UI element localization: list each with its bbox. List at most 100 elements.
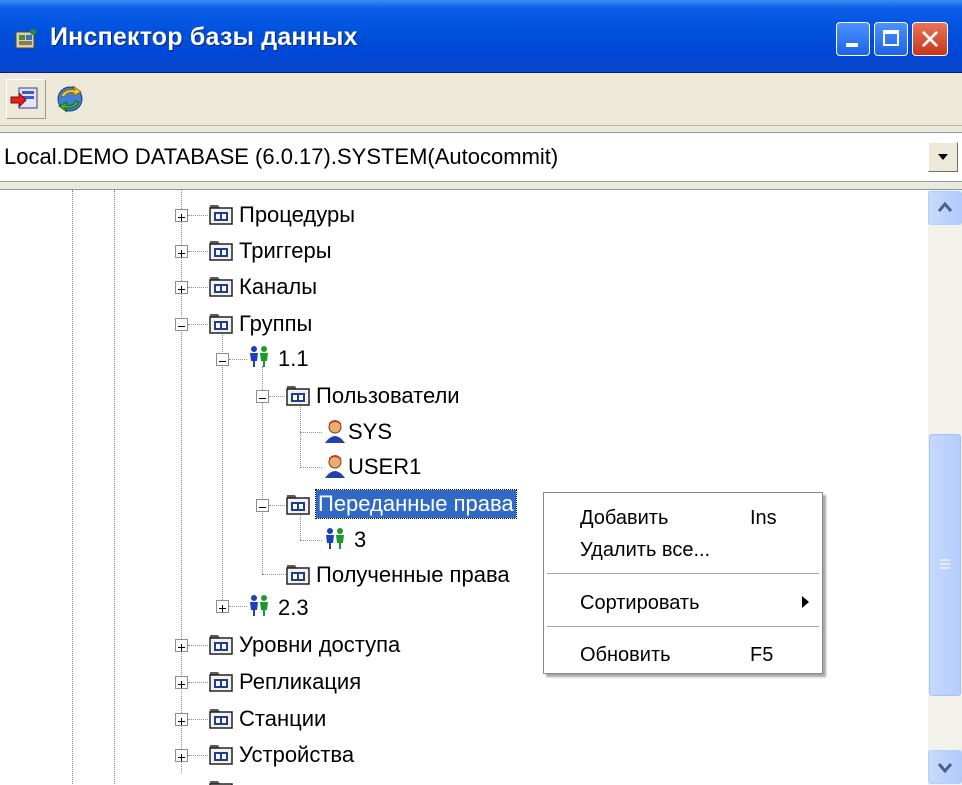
folder-icon — [286, 495, 310, 515]
folder-icon — [209, 205, 233, 225]
expand-toggle[interactable] — [175, 639, 188, 652]
tree-line — [114, 190, 115, 785]
tree-line — [72, 190, 73, 785]
plus-icon — [178, 250, 185, 257]
tree-line — [188, 251, 208, 252]
menu-item-shortcut: Ins — [750, 507, 777, 529]
tree-node-granted-rights[interactable]: Переданные права — [315, 489, 517, 519]
tree-line — [262, 574, 286, 575]
tree-node-groups[interactable]: Группы — [237, 310, 314, 338]
plus-icon — [178, 214, 185, 221]
expand-toggle[interactable] — [175, 281, 188, 294]
chevron-up-icon — [937, 201, 953, 212]
grip-icon — [940, 559, 950, 569]
tree-node-stations[interactable]: Станции — [237, 705, 328, 733]
tree-line — [188, 287, 208, 288]
tree-line — [188, 719, 208, 720]
scrollbar-thumb[interactable] — [929, 434, 961, 696]
chevron-down-icon — [938, 154, 948, 160]
tree-node-group-2-3[interactable]: 2.3 — [276, 594, 311, 622]
group-icon — [326, 528, 344, 549]
tree-node-user-sys[interactable]: SYS — [346, 418, 394, 446]
tree-line — [300, 512, 301, 540]
plus-icon — [219, 605, 226, 612]
scroll-up-button[interactable] — [928, 191, 962, 225]
menu-item-refresh[interactable]: Обновить F5 — [544, 638, 822, 672]
vertical-scrollbar[interactable] — [928, 190, 962, 785]
plus-icon — [178, 754, 185, 761]
expand-toggle[interactable] — [175, 749, 188, 762]
minus-icon — [259, 507, 266, 508]
window-title: Инспектор базы данных — [50, 23, 358, 51]
expand-toggle[interactable] — [175, 676, 188, 689]
menu-item-add[interactable]: Добавить Ins — [544, 501, 822, 535]
folder-icon — [209, 277, 233, 297]
tree-line — [188, 755, 208, 756]
tree-node-users[interactable]: Пользователи — [314, 382, 462, 410]
tree-view[interactable]: Процедуры Триггеры Каналы Группы 1.1 Пол… — [0, 189, 962, 785]
menu-item-label: Сортировать — [580, 592, 700, 614]
folder-icon — [286, 565, 310, 585]
folder-icon — [209, 745, 233, 765]
tree-node-group-1-1[interactable]: 1.1 — [276, 345, 311, 373]
tree-line — [188, 645, 208, 646]
context-menu: Добавить Ins Удалить все... Сортировать … — [543, 492, 823, 674]
collapse-toggle[interactable] — [175, 318, 188, 331]
scroll-down-button[interactable] — [928, 750, 962, 784]
refresh-icon — [57, 85, 83, 113]
collapse-toggle[interactable] — [256, 390, 269, 403]
tree-node-replication[interactable]: Репликация — [237, 668, 363, 696]
tree-line — [229, 606, 247, 607]
tree-line — [188, 324, 208, 325]
tree-line — [300, 432, 322, 433]
group-icon — [250, 346, 268, 367]
refresh-button[interactable] — [50, 79, 90, 119]
tree-node-triggers[interactable]: Триггеры — [237, 237, 334, 265]
tree-node-channels[interactable]: Каналы — [237, 273, 319, 301]
minimize-button[interactable] — [836, 22, 870, 56]
minimize-icon — [846, 43, 858, 47]
minus-icon — [219, 361, 226, 362]
tree-node-group-3[interactable]: 3 — [352, 526, 368, 554]
menu-separator — [547, 573, 819, 574]
tree-line — [300, 404, 301, 466]
tree-line — [269, 505, 285, 506]
maximize-button[interactable] — [874, 22, 908, 56]
close-button[interactable] — [912, 22, 948, 56]
tree-node-access-levels[interactable]: Уровни доступа — [237, 631, 402, 659]
menu-item-label: Удалить все... — [580, 539, 711, 561]
tree-node-devices[interactable]: Устройства — [237, 741, 356, 769]
expand-toggle[interactable] — [175, 245, 188, 258]
collapse-toggle[interactable] — [216, 353, 229, 366]
title-bar[interactable]: Инспектор базы данных — [0, 0, 962, 73]
expand-toggle[interactable] — [216, 600, 229, 613]
connection-select[interactable]: Local.DEMO DATABASE (6.0.17).SYSTEM(Auto… — [0, 132, 962, 182]
folder-icon — [209, 672, 233, 692]
menu-separator — [547, 626, 819, 627]
dropdown-button[interactable] — [928, 142, 958, 172]
collapse-toggle[interactable] — [256, 499, 269, 512]
group-icon — [250, 595, 268, 616]
expand-toggle[interactable] — [175, 209, 188, 222]
folder-icon — [209, 781, 233, 785]
new-connection-button[interactable] — [6, 79, 46, 119]
tree-node-user-user1[interactable]: USER1 — [346, 453, 423, 481]
expand-toggle[interactable] — [175, 713, 188, 726]
database-inspector-window: Инспектор базы данных Local.DEMO DATABAS… — [0, 0, 962, 785]
tree-line — [222, 330, 223, 606]
tree-node-received-rights[interactable]: Полученные права — [314, 561, 512, 589]
menu-item-sort[interactable]: Сортировать — [544, 586, 822, 620]
tree-line — [269, 396, 285, 397]
maximize-icon — [883, 30, 899, 46]
tree-node-procedures[interactable]: Процедуры — [237, 201, 357, 229]
tree-line — [229, 359, 247, 360]
tree-line — [188, 215, 208, 216]
folder-icon — [209, 241, 233, 261]
folder-icon — [209, 635, 233, 655]
tree-line — [300, 467, 322, 468]
menu-item-label: Добавить — [580, 507, 669, 529]
plus-icon — [178, 644, 185, 651]
menu-item-delete-all[interactable]: Удалить все... — [544, 533, 822, 567]
folder-icon — [286, 386, 310, 406]
folder-icon — [209, 709, 233, 729]
